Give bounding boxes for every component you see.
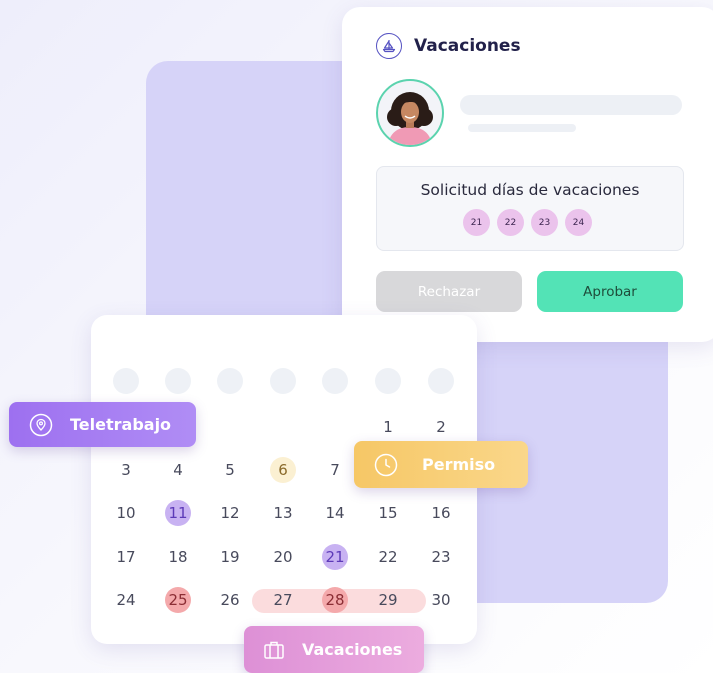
calendar-day[interactable]: 5 <box>217 457 243 483</box>
request-title: Vacaciones <box>414 36 521 56</box>
calendar-day[interactable]: 10 <box>113 500 139 526</box>
employee-avatar <box>376 79 444 147</box>
calendar-day[interactable]: 24 <box>113 587 139 613</box>
calendar-day[interactable]: 2 <box>428 414 454 440</box>
teletrabajo-tag: Teletrabajo <box>9 402 196 447</box>
vacaciones-label: Vacaciones <box>302 640 403 659</box>
vacation-request-card: Vacaciones Solicitud días de vacaciones … <box>342 7 713 342</box>
weekday-placeholder <box>270 368 296 394</box>
request-details: Solicitud días de vacaciones 21 22 23 24 <box>376 166 684 251</box>
requested-day-chip: 21 <box>463 209 490 236</box>
requested-day-chip: 23 <box>531 209 558 236</box>
approve-button[interactable]: Aprobar <box>537 271 683 312</box>
reject-button[interactable]: Rechazar <box>376 271 522 312</box>
calendar-day[interactable]: 4 <box>165 457 191 483</box>
suitcase-icon <box>262 638 286 662</box>
weekday-placeholder <box>113 368 139 394</box>
teletrabajo-label: Teletrabajo <box>70 415 172 434</box>
calendar-day[interactable]: 30 <box>428 587 454 613</box>
calendar-day[interactable]: 13 <box>270 500 296 526</box>
calendar-day[interactable]: 28 <box>322 587 348 613</box>
location-pin-icon <box>29 413 53 437</box>
calendar-day[interactable]: 22 <box>375 544 401 570</box>
requested-day-chip: 24 <box>565 209 592 236</box>
calendar-day[interactable]: 12 <box>217 500 243 526</box>
weekday-placeholder <box>217 368 243 394</box>
calendar-day[interactable]: 23 <box>428 544 454 570</box>
requested-day-chip: 22 <box>497 209 524 236</box>
calendar-day[interactable]: 21 <box>322 544 348 570</box>
calendar-day[interactable]: 18 <box>165 544 191 570</box>
vacaciones-tag: Vacaciones <box>244 626 424 673</box>
calendar-day[interactable]: 3 <box>113 457 139 483</box>
sailboat-icon <box>376 33 402 59</box>
weekday-placeholder <box>322 368 348 394</box>
requested-days: 21 22 23 24 <box>463 209 592 236</box>
calendar-day[interactable]: 29 <box>375 587 401 613</box>
weekday-placeholder <box>428 368 454 394</box>
calendar-day[interactable]: 1 <box>375 414 401 440</box>
calendar-day[interactable]: 27 <box>270 587 296 613</box>
weekday-placeholder <box>165 368 191 394</box>
clock-icon <box>374 453 398 477</box>
calendar-day[interactable]: 26 <box>217 587 243 613</box>
calendar-day[interactable]: 17 <box>113 544 139 570</box>
calendar-day[interactable]: 14 <box>322 500 348 526</box>
calendar-day[interactable]: 6 <box>270 457 296 483</box>
subtitle-placeholder <box>468 124 576 132</box>
calendar-day[interactable]: 11 <box>165 500 191 526</box>
calendar-day[interactable]: 7 <box>322 457 348 483</box>
calendar-day[interactable]: 20 <box>270 544 296 570</box>
name-placeholder <box>460 95 682 115</box>
calendar-day[interactable]: 15 <box>375 500 401 526</box>
request-card-header: Vacaciones <box>376 33 521 59</box>
permiso-label: Permiso <box>422 455 496 474</box>
calendar-day[interactable]: 19 <box>217 544 243 570</box>
request-label: Solicitud días de vacaciones <box>420 181 640 199</box>
permiso-tag: Permiso <box>354 441 528 488</box>
calendar-day[interactable]: 25 <box>165 587 191 613</box>
calendar-day[interactable]: 16 <box>428 500 454 526</box>
weekday-placeholder <box>375 368 401 394</box>
